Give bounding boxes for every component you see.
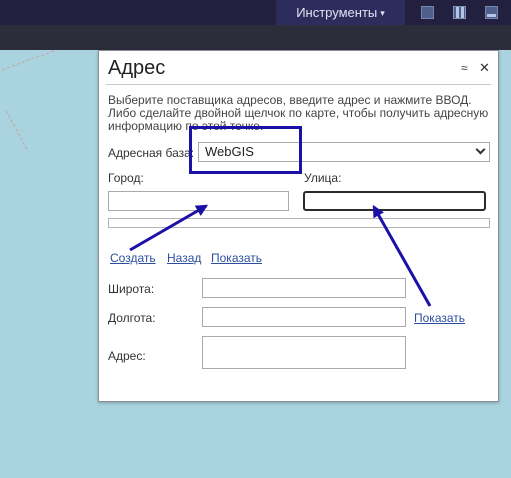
- back-link[interactable]: Назад: [167, 251, 201, 265]
- app-toolbar: Инструменты ▾: [0, 0, 511, 25]
- map-area[interactable]: [0, 50, 98, 478]
- caret-down-icon: ▾: [380, 8, 385, 18]
- show-link[interactable]: Показать: [211, 251, 262, 265]
- bottom-panel-icon[interactable]: [485, 6, 498, 19]
- address-base-label: Адресная база:: [108, 146, 195, 160]
- square-view-icon[interactable]: [421, 6, 434, 19]
- tools-menu-button[interactable]: Инструменты ▾: [276, 0, 405, 25]
- create-link[interactable]: Создать: [110, 251, 156, 265]
- longitude-label: Долгота:: [108, 311, 156, 325]
- address-dialog: Адрес ≈ ✕ Выберите поставщика адресов, в…: [98, 50, 499, 402]
- search-progress-bar: [108, 218, 490, 228]
- street-input[interactable]: [303, 191, 486, 211]
- title-divider: [106, 84, 491, 85]
- address-textarea[interactable]: [202, 336, 406, 369]
- close-icon[interactable]: ✕: [479, 61, 490, 75]
- split-view-icon[interactable]: [453, 6, 466, 19]
- annotation-highlight-box: [189, 126, 302, 174]
- latitude-input[interactable]: [202, 278, 406, 298]
- latitude-label: Широта:: [108, 282, 155, 296]
- collapse-icon[interactable]: ≈: [461, 61, 468, 75]
- city-label: Город:: [108, 171, 144, 185]
- city-input[interactable]: [108, 191, 289, 211]
- secondary-toolbar: [0, 25, 511, 50]
- street-label: Улица:: [304, 171, 342, 185]
- longitude-input[interactable]: [202, 307, 406, 327]
- chevron-down-icon: [475, 144, 486, 155]
- dialog-title: Адрес: [108, 57, 166, 79]
- address-label: Адрес:: [108, 349, 146, 363]
- tools-menu-label: Инструменты: [296, 5, 378, 20]
- show-coordinates-link[interactable]: Показать: [414, 311, 465, 325]
